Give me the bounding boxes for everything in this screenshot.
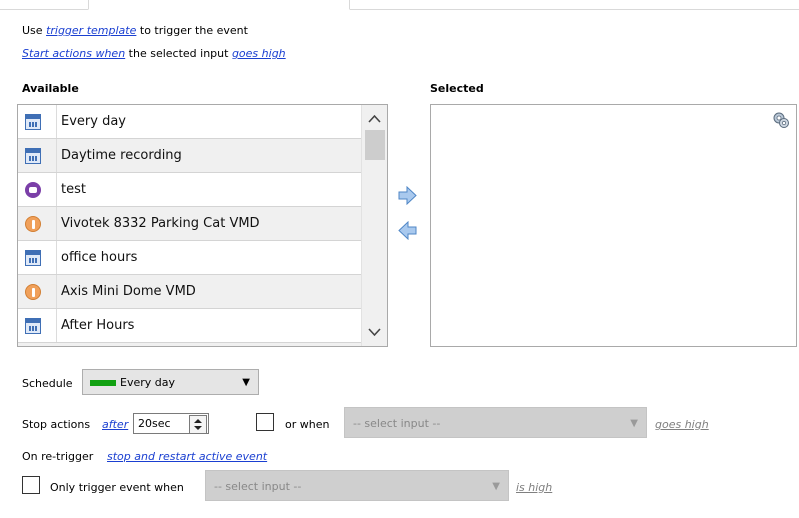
only-trigger-label: Only trigger event when bbox=[50, 481, 184, 494]
move-left-arrow-icon[interactable] bbox=[398, 220, 417, 241]
list-item[interactable]: office hours bbox=[18, 241, 361, 275]
trigger-prefix: Use bbox=[22, 24, 43, 37]
goes-high-link[interactable]: goes high bbox=[232, 47, 286, 60]
schedule-dropdown[interactable]: Every day ▼ bbox=[82, 369, 259, 395]
stop-goes-high-link[interactable]: goes high bbox=[655, 418, 709, 431]
selected-header: Selected bbox=[430, 82, 484, 95]
start-actions-line: Start actions when the selected input go… bbox=[22, 47, 286, 60]
trigger-suffix: to trigger the event bbox=[139, 24, 248, 37]
chevron-down-icon: ▼ bbox=[630, 418, 638, 429]
scroll-down-icon[interactable] bbox=[368, 327, 381, 340]
list-item bbox=[18, 343, 361, 346]
chevron-down-icon: ▼ bbox=[242, 377, 250, 388]
tab-active[interactable] bbox=[88, 0, 350, 10]
trigger-template-link[interactable]: trigger template bbox=[46, 24, 136, 37]
or-when-checkbox[interactable] bbox=[256, 413, 274, 431]
tab-strip bbox=[0, 0, 799, 10]
retrigger-label: On re-trigger bbox=[22, 450, 94, 463]
trigger-template-line: Use trigger template to trigger the even… bbox=[22, 24, 248, 37]
or-when-label: or when bbox=[285, 418, 330, 431]
only-trigger-checkbox[interactable] bbox=[22, 476, 40, 494]
only-trigger-input-select[interactable]: -- select input -- ▼ bbox=[205, 470, 509, 501]
list-item-label: Vivotek 8332 Parking Cat VMD bbox=[61, 216, 260, 231]
duration-value: 20sec bbox=[138, 417, 171, 430]
list-item-label: Axis Mini Dome VMD bbox=[61, 284, 196, 299]
schedule-label: Schedule bbox=[22, 377, 73, 390]
scroll-up-icon[interactable] bbox=[368, 113, 381, 126]
selected-list[interactable] bbox=[430, 104, 797, 347]
spinner-buttons[interactable] bbox=[189, 415, 207, 434]
stop-input-select[interactable]: -- select input -- ▼ bbox=[344, 407, 647, 438]
duration-spinner[interactable]: 20sec bbox=[133, 413, 209, 434]
schedule-value: Every day bbox=[120, 376, 175, 389]
settings-gear-icon[interactable] bbox=[772, 111, 790, 129]
stop-actions-label: Stop actions bbox=[22, 418, 91, 431]
scroll-thumb[interactable] bbox=[365, 130, 385, 160]
list-item[interactable]: Every day bbox=[18, 105, 361, 139]
stop-after-link[interactable]: after bbox=[102, 418, 128, 431]
start-actions-middle: the selected input bbox=[128, 47, 229, 60]
available-header: Available bbox=[22, 82, 79, 95]
retrigger-link[interactable]: stop and restart active event bbox=[107, 450, 267, 463]
schedule-color-swatch bbox=[90, 380, 116, 386]
list-item-label: Every day bbox=[61, 114, 126, 129]
list-item-label: test bbox=[61, 182, 86, 197]
move-right-arrow-icon[interactable] bbox=[398, 185, 417, 206]
motion-person-icon bbox=[25, 216, 41, 232]
list-item-label: Daytime recording bbox=[61, 148, 182, 163]
start-actions-link[interactable]: Start actions when bbox=[22, 47, 125, 60]
pointing-hand-icon bbox=[25, 182, 41, 198]
list-item[interactable]: test bbox=[18, 173, 361, 207]
calendar-icon bbox=[25, 114, 41, 130]
list-item[interactable]: Vivotek 8332 Parking Cat VMD bbox=[18, 207, 361, 241]
chevron-down-icon: ▼ bbox=[492, 481, 500, 492]
list-item-label: After Hours bbox=[61, 318, 135, 333]
calendar-icon bbox=[25, 148, 41, 164]
calendar-icon bbox=[25, 318, 41, 334]
list-item[interactable]: After Hours bbox=[18, 309, 361, 343]
only-trigger-placeholder: -- select input -- bbox=[214, 480, 302, 493]
list-item[interactable]: Daytime recording bbox=[18, 139, 361, 173]
stop-input-placeholder: -- select input -- bbox=[353, 417, 441, 430]
available-list[interactable]: Every day Daytime recording test Vivotek… bbox=[17, 104, 388, 347]
motion-person-icon bbox=[25, 284, 41, 300]
list-item-label: office hours bbox=[61, 250, 138, 265]
is-high-link[interactable]: is high bbox=[516, 481, 552, 494]
available-scrollbar[interactable] bbox=[361, 105, 387, 346]
list-item[interactable]: Axis Mini Dome VMD bbox=[18, 275, 361, 309]
calendar-icon bbox=[25, 250, 41, 266]
